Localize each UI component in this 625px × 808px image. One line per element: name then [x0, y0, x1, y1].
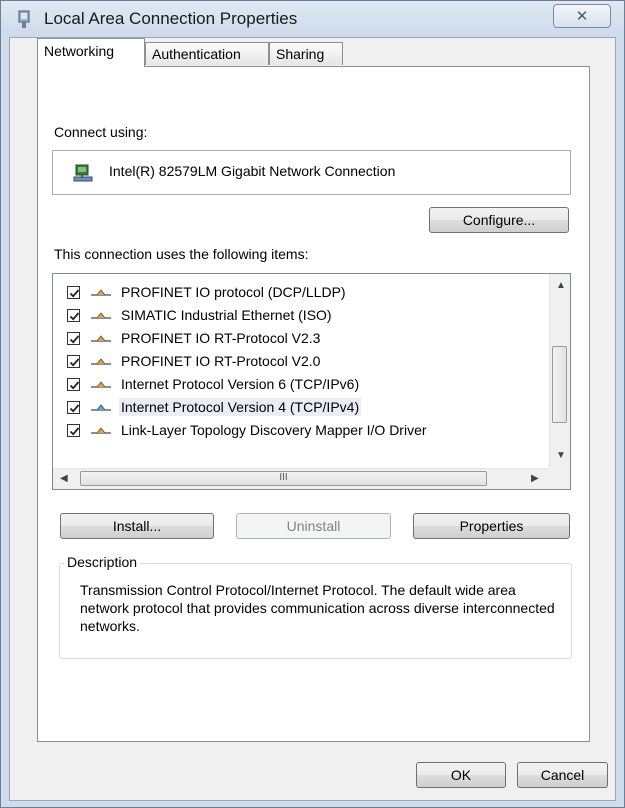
panel-content: Connect using: Intel(R) 82579LM Gigabit …	[0, 0, 625, 808]
configure-button[interactable]: Configure...	[429, 207, 569, 233]
properties-label: Properties	[459, 518, 524, 534]
description-title: Description	[64, 554, 141, 570]
item-checkbox[interactable]	[67, 309, 80, 322]
list-item-selected[interactable]: Internet Protocol Version 4 (TCP/IPv4)	[53, 396, 549, 419]
scroll-corner	[549, 468, 570, 489]
protocol-icon	[91, 381, 111, 388]
item-checkbox[interactable]	[67, 401, 80, 414]
items-label: This connection uses the following items…	[54, 246, 309, 262]
item-label: SIMATIC Industrial Ethernet (ISO)	[121, 307, 332, 323]
item-checkbox[interactable]	[67, 378, 80, 391]
list-item[interactable]: Link-Layer Topology Discovery Mapper I/O…	[53, 419, 549, 442]
protocol-icon	[91, 335, 111, 342]
scroll-grip: III	[279, 472, 288, 483]
uninstall-label: Uninstall	[286, 518, 341, 534]
list-item[interactable]: SIMATIC Industrial Ethernet (ISO)	[53, 304, 549, 327]
item-label: Internet Protocol Version 4 (TCP/IPv4)	[119, 398, 362, 416]
ok-label: OK	[450, 767, 472, 783]
item-label: Internet Protocol Version 6 (TCP/IPv6)	[121, 376, 360, 392]
list-item[interactable]: PROFINET IO protocol (DCP/LLDP)	[53, 281, 549, 304]
connect-using-label: Connect using:	[54, 124, 148, 140]
horizontal-scrollbar[interactable]: ◀ III ▶	[53, 468, 549, 489]
scroll-up-icon[interactable]: ▲	[556, 280, 566, 291]
configure-label: Configure...	[462, 212, 536, 228]
vertical-scrollbar[interactable]: ▲ ▼	[549, 274, 570, 468]
protocol-icon	[91, 404, 111, 411]
properties-button[interactable]: Properties	[413, 513, 570, 539]
item-checkbox[interactable]	[67, 332, 80, 345]
cancel-label: Cancel	[540, 767, 585, 783]
uninstall-button[interactable]: Uninstall	[236, 513, 391, 539]
network-adapter-icon	[73, 164, 93, 182]
item-checkbox[interactable]	[67, 424, 80, 437]
ok-button[interactable]: OK	[416, 762, 506, 788]
protocol-icon	[91, 289, 111, 296]
protocol-icon	[91, 427, 111, 434]
items-list[interactable]: PROFINET IO protocol (DCP/LLDP) SIMATIC …	[52, 273, 571, 490]
install-button[interactable]: Install...	[60, 513, 214, 539]
install-label: Install...	[112, 518, 162, 534]
item-checkbox[interactable]	[67, 286, 80, 299]
horizontal-scroll-thumb[interactable]: III	[80, 471, 487, 486]
cancel-button[interactable]: Cancel	[517, 762, 608, 788]
description-text: Transmission Control Protocol/Internet P…	[80, 582, 555, 634]
list-item[interactable]: PROFINET IO RT-Protocol V2.3	[53, 327, 549, 350]
scroll-left-icon[interactable]: ◀	[60, 473, 68, 484]
protocol-icon	[91, 312, 111, 319]
list-item[interactable]: Internet Protocol Version 6 (TCP/IPv6)	[53, 373, 549, 396]
scroll-down-icon[interactable]: ▼	[556, 450, 566, 461]
protocol-icon	[91, 358, 111, 365]
item-label: PROFINET IO RT-Protocol V2.0	[121, 353, 321, 369]
vertical-scroll-thumb[interactable]	[552, 346, 567, 423]
item-label: PROFINET IO protocol (DCP/LLDP)	[121, 284, 346, 300]
item-checkbox[interactable]	[67, 355, 80, 368]
item-label: PROFINET IO RT-Protocol V2.3	[121, 330, 321, 346]
item-label: Link-Layer Topology Discovery Mapper I/O…	[121, 422, 427, 438]
scroll-right-icon[interactable]: ▶	[531, 473, 539, 484]
list-item[interactable]: PROFINET IO RT-Protocol V2.0	[53, 350, 549, 373]
adapter-name: Intel(R) 82579LM Gigabit Network Connect…	[109, 163, 396, 179]
adapter-field: Intel(R) 82579LM Gigabit Network Connect…	[52, 150, 571, 195]
